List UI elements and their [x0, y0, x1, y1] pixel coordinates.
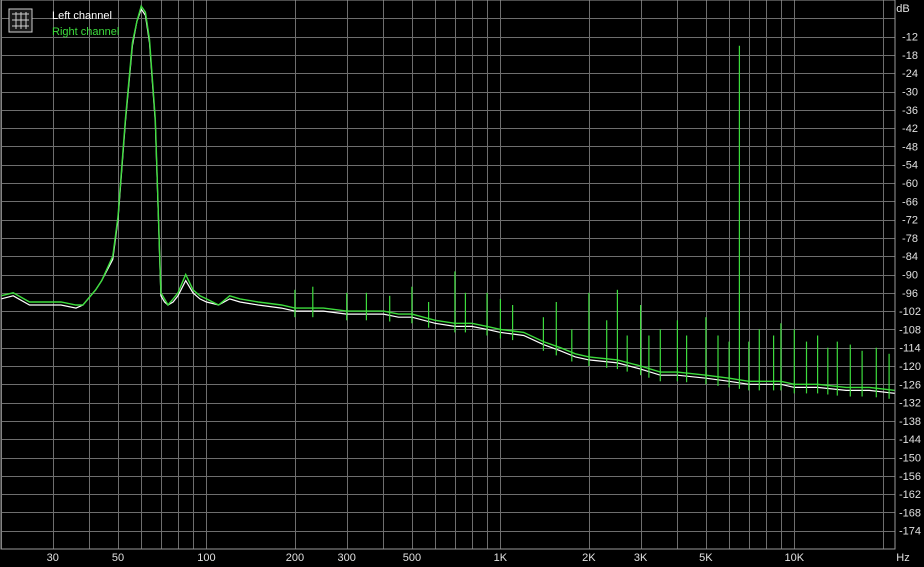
y-tick-label: -168: [899, 507, 921, 519]
x-tick-label: 10K: [785, 552, 805, 564]
x-tick-label: 300: [338, 552, 356, 564]
y-tick-label: -12: [902, 32, 918, 44]
x-unit-label: Hz: [896, 552, 909, 564]
y-tick-label: -42: [902, 123, 918, 135]
x-tick-label: 200: [286, 552, 304, 564]
x-tick-label: 100: [197, 552, 215, 564]
y-tick-label: -54: [902, 160, 918, 172]
y-tick-label: -102: [899, 306, 921, 318]
y-tick-label: -78: [902, 233, 918, 245]
y-tick-label: -138: [899, 416, 921, 428]
x-tick-label: 1K: [494, 552, 508, 564]
y-unit-label: dB: [896, 3, 909, 15]
y-tick-label: -90: [902, 270, 918, 282]
y-tick-label: -84: [902, 251, 918, 263]
legend-right-channel: Right channel: [52, 26, 119, 38]
y-tick-label: -30: [902, 87, 918, 99]
y-tick-label: -162: [899, 489, 921, 501]
y-tick-label: -114: [899, 343, 920, 355]
x-tick-label: 5K: [699, 552, 713, 564]
y-tick-label: -108: [899, 324, 921, 336]
x-tick-label: 3K: [634, 552, 648, 564]
y-tick-label: -72: [902, 215, 918, 227]
legend-left-channel: Left channel: [52, 10, 112, 22]
y-tick-label: -126: [899, 379, 921, 391]
x-tick-label: 500: [403, 552, 421, 564]
y-tick-label: -96: [902, 288, 918, 300]
y-tick-label: -150: [899, 453, 921, 465]
y-tick-label: -18: [902, 50, 918, 62]
y-tick-label: -144: [899, 434, 921, 446]
y-tick-label: -48: [902, 141, 918, 153]
x-tick-label: 2K: [582, 552, 596, 564]
x-tick-label: 50: [112, 552, 124, 564]
x-tick-label: 30: [47, 552, 59, 564]
y-tick-label: -36: [902, 105, 918, 117]
y-tick-label: -120: [899, 361, 921, 373]
y-tick-label: -132: [899, 398, 921, 410]
y-tick-label: -174: [899, 526, 921, 538]
spectrum-chart: 30 50 100 200 300 500 1K 2K 3K 5K 10K -12 -18 -24 -30…: [0, 0, 924, 567]
y-tick-label: -66: [902, 196, 918, 208]
y-tick-label: -24: [902, 68, 918, 80]
chart-background: [0, 0, 924, 567]
y-tick-label: -156: [899, 471, 921, 483]
y-tick-label: -60: [902, 178, 918, 190]
